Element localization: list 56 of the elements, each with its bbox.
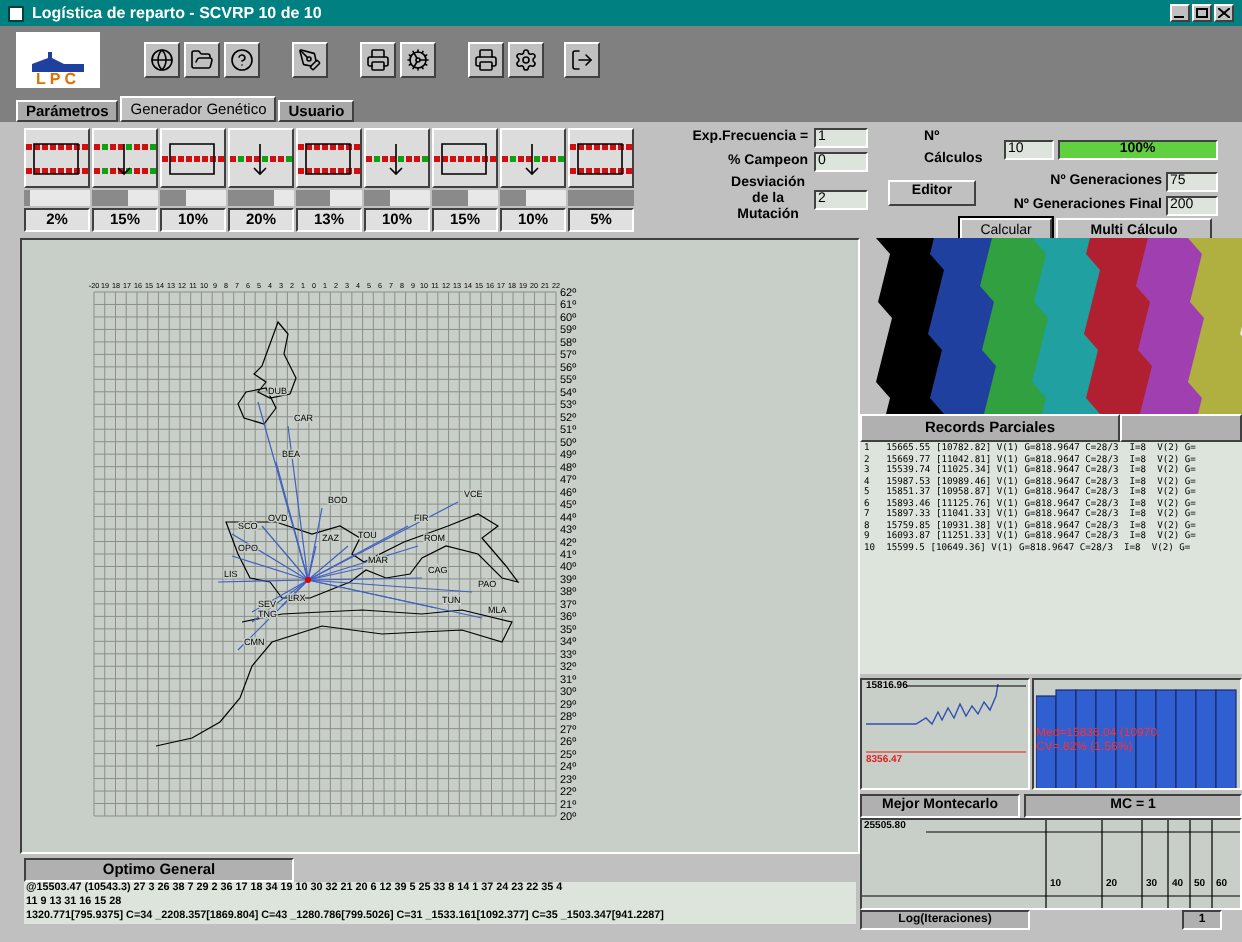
gear-button[interactable] [400,42,436,78]
header-panel [1120,414,1242,442]
operator-button[interactable] [228,128,294,188]
percentage-slider[interactable] [92,190,158,206]
print-icon [366,48,390,72]
percentage-slider[interactable] [364,190,430,206]
chromosome-operator-icon [570,141,632,175]
exit-button[interactable] [564,42,600,78]
app-icon [8,5,24,21]
percentage-slider[interactable] [432,190,498,206]
operator-button[interactable] [160,128,226,188]
settings-icon [514,48,538,72]
open-folder-button[interactable] [184,42,220,78]
print-button[interactable] [360,42,396,78]
operator-button[interactable] [24,128,90,188]
settings-button[interactable] [508,42,544,78]
logo-text: LPC [36,72,80,88]
minimize-button[interactable] [1170,4,1190,22]
operator-button[interactable] [296,128,362,188]
globe-icon [150,48,174,72]
percentage-slider[interactable] [160,190,226,206]
help-button[interactable] [224,42,260,78]
chromosome-operator-icon [94,141,156,175]
close-button[interactable] [1214,4,1234,22]
maximize-button[interactable] [1192,4,1212,22]
operator-button[interactable] [92,128,158,188]
church-icon [28,48,88,72]
maximize-icon [1196,8,1208,18]
chromosome-operator-icon [26,141,88,175]
close-icon [1218,8,1230,18]
window-title: Logística de reparto - SCVRP 10 de 10 [32,5,322,21]
print-icon [474,48,498,72]
operator-button[interactable] [568,128,634,188]
percentage-slider[interactable] [296,190,362,206]
percentage-slider[interactable] [568,190,634,206]
chromosome-operator-icon [502,141,564,175]
pen-button[interactable] [292,42,328,78]
operator-button[interactable] [364,128,430,188]
operator-button[interactable] [432,128,498,188]
operator-button[interactable] [500,128,566,188]
chromosome-operator-icon [434,141,496,175]
open-folder-icon [190,48,214,72]
percentage-slider[interactable] [24,190,90,206]
chromosome-operator-icon [298,141,360,175]
pen-icon [298,48,322,72]
depot-dot [305,577,311,583]
print-button[interactable] [468,42,504,78]
chromosome-operator-icon [162,141,224,175]
percentage-slider[interactable] [228,190,294,206]
chromosome-operator-icon [366,141,428,175]
help-icon [230,48,254,72]
gear-icon [406,48,430,72]
globe-button[interactable] [144,42,180,78]
exit-icon [570,48,594,72]
percentage-slider[interactable] [500,190,566,206]
chromosome-operator-icon [230,141,292,175]
